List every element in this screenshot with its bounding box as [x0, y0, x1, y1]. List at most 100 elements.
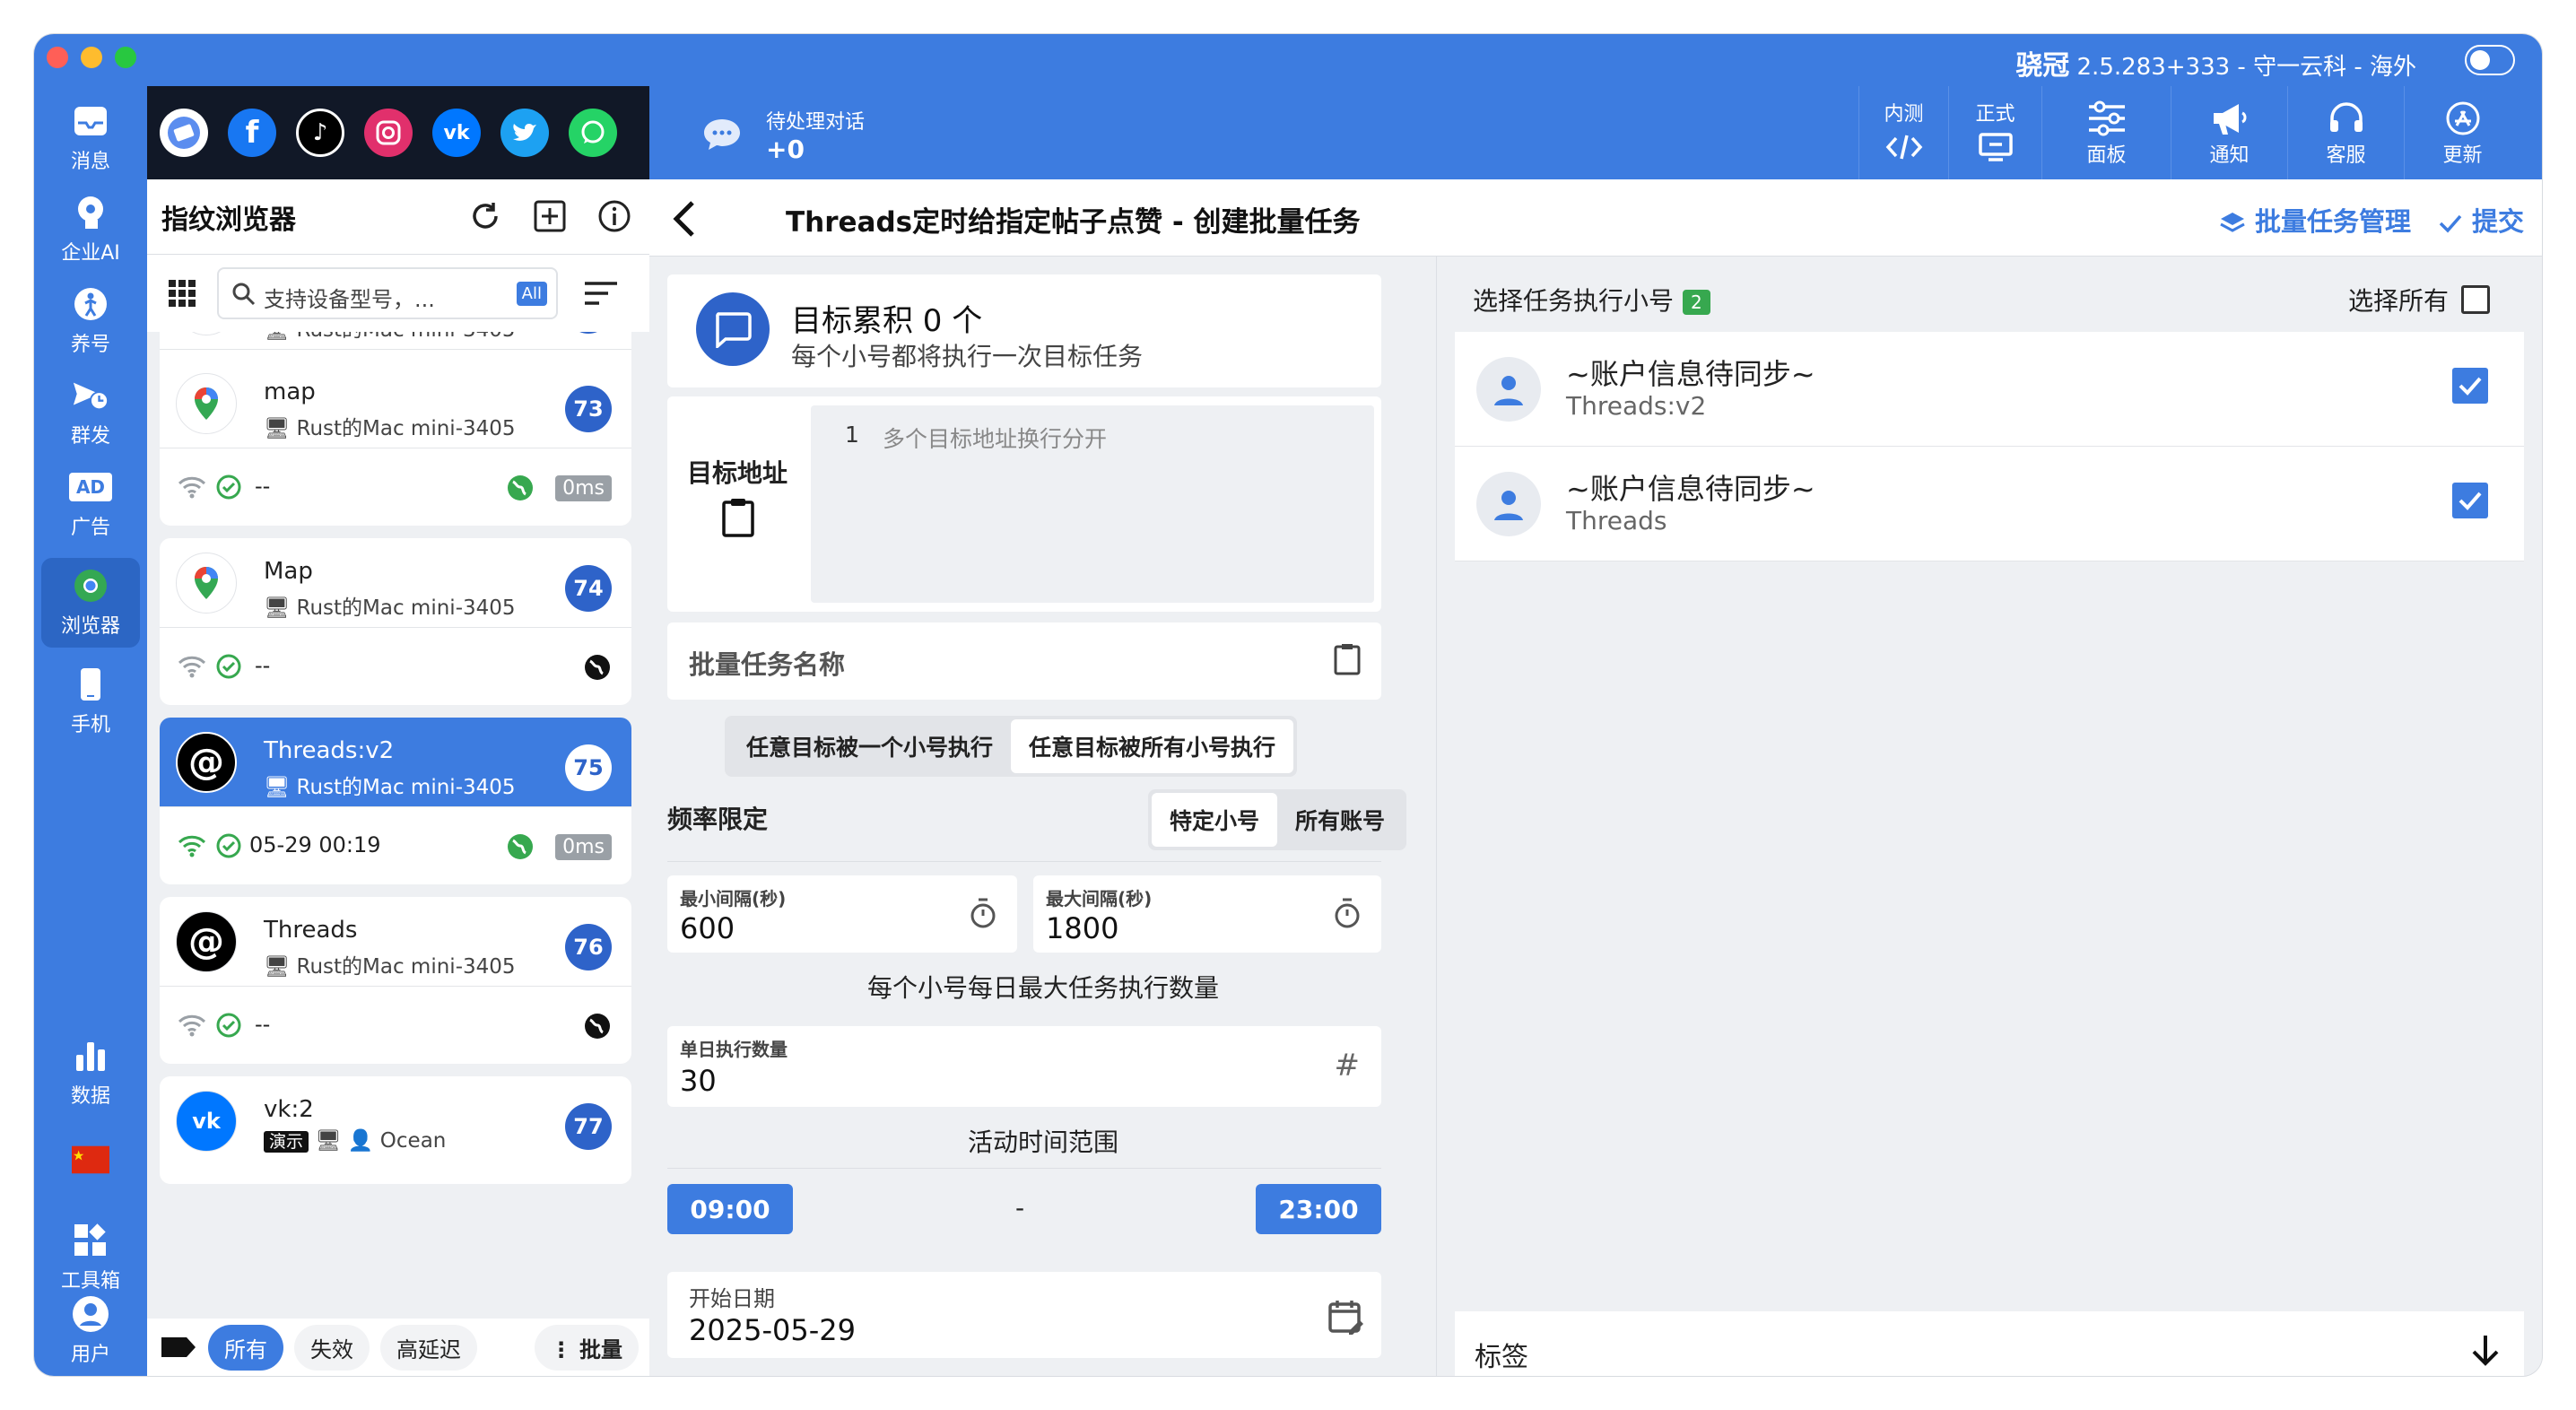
tag-icon[interactable]	[160, 1334, 197, 1361]
device-host-name: Rust的Mac mini-3405	[296, 596, 516, 620]
account-select-header: 选择任务执行小号 2	[1473, 282, 1710, 318]
scheduled-send-icon	[72, 377, 109, 414]
nav-browser[interactable]: 浏览器	[41, 558, 140, 648]
mode-all-accounts[interactable]: 任意目标被所有小号执行	[1011, 719, 1294, 773]
check-icon	[2459, 377, 2482, 396]
update-button[interactable]: 更新	[2404, 86, 2520, 179]
zoom-window-button[interactable]	[115, 47, 136, 68]
nav-region[interactable]	[41, 1127, 140, 1198]
map-pin-icon	[176, 332, 237, 335]
device-card[interactable]: vk vk:2 演示 🖥 👤 Ocean 77	[160, 1076, 631, 1184]
whatsapp-icon[interactable]	[569, 109, 617, 157]
filter-invalid[interactable]: 失效	[294, 1324, 370, 1371]
start-date-field[interactable]: 开始日期 2025-05-29	[667, 1272, 1381, 1358]
device-name: map	[264, 379, 316, 405]
add-box-icon[interactable]	[533, 199, 567, 233]
tiktok-icon[interactable]: ♪	[296, 109, 344, 157]
nav-phone[interactable]: 手机	[41, 657, 140, 746]
browser-platform-icon[interactable]	[160, 109, 208, 157]
official-channel-button[interactable]: 正式	[1948, 86, 2041, 179]
nav-messages[interactable]: 消息	[41, 93, 140, 183]
filter-all[interactable]: 所有	[208, 1324, 283, 1371]
timer-icon	[1335, 898, 1360, 928]
nav-messages-label: 消息	[70, 151, 110, 173]
tag-select[interactable]: 标签	[1455, 1311, 2524, 1376]
target-address-input[interactable]: 1 多个目标地址换行分开	[811, 405, 1374, 603]
notify-button[interactable]: 通知	[2171, 86, 2287, 179]
device-card[interactable]: @ Threads 🖥 Rust的Mac mini-3405 76 --	[160, 897, 631, 1064]
device-card[interactable]: Map 🖥 Rust的Mac mini-3405 74 --	[160, 538, 631, 705]
freq-all-accounts[interactable]: 所有账号	[1277, 793, 1403, 847]
select-all-checkbox[interactable]	[2461, 285, 2490, 314]
task-name-input[interactable]: 批量任务名称	[667, 622, 1381, 700]
account-sub: Threads:v2	[1566, 391, 1707, 421]
batch-button[interactable]: ⋮ 批量	[534, 1324, 639, 1371]
back-arrow-icon[interactable]	[671, 199, 698, 239]
last-active-time: --	[255, 653, 271, 678]
wifi-icon	[178, 1014, 206, 1037]
start-date-label: 开始日期	[689, 1286, 775, 1311]
target-count-title: 目标累积 0 个	[791, 303, 983, 339]
nav-enterprise-ai-label: 企业AI	[61, 242, 120, 265]
support-button[interactable]: 客服	[2287, 86, 2404, 179]
paste-icon[interactable]	[1333, 642, 1362, 676]
nav-raise-account[interactable]: 养号	[41, 276, 140, 366]
account-row[interactable]: ~账户信息待同步~ Threads	[1455, 447, 2524, 561]
account-select-title: 选择任务执行小号	[1473, 286, 1675, 316]
min-interval-field[interactable]: 最小间隔(秒) 600	[667, 875, 1017, 953]
chrome-icon	[72, 567, 109, 605]
minimize-window-button[interactable]	[81, 47, 102, 68]
chat-bubble-icon	[704, 119, 740, 150]
time-start-button[interactable]: 09:00	[667, 1184, 793, 1234]
clipboard-icon[interactable]	[721, 497, 755, 538]
avatar-icon	[1476, 472, 1541, 536]
device-card[interactable]: map 🖥 Rust的Mac mini-3405 73 -- 0ms	[160, 359, 631, 526]
device-card-selected[interactable]: @ Threads:v2 🖥 Rust的Mac mini-3405 75 05-…	[160, 718, 631, 884]
globe-icon	[508, 834, 533, 859]
device-host-name: Rust的Mac mini-3405	[296, 955, 516, 979]
info-icon[interactable]	[597, 199, 631, 233]
submit-button[interactable]: 提交	[2438, 201, 2524, 239]
account-row[interactable]: ~账户信息待同步~ Threads:v2	[1455, 332, 2524, 447]
pending-conversations[interactable]: 待处理对话 +0	[766, 106, 865, 164]
max-interval-field[interactable]: 最大间隔(秒) 1800	[1033, 875, 1381, 953]
code-icon	[1885, 126, 1923, 168]
submit-label: 提交	[2471, 206, 2524, 237]
daily-count-field[interactable]: 单日执行数量 30 #	[667, 1026, 1381, 1107]
sort-icon[interactable]	[583, 280, 619, 307]
theme-toggle[interactable]	[2465, 45, 2515, 75]
batch-manage-button[interactable]: 批量任务管理	[2219, 201, 2411, 239]
account-checkbox[interactable]	[2452, 483, 2488, 518]
panel-button[interactable]: 面板	[2041, 86, 2171, 179]
twitter-icon[interactable]	[500, 109, 549, 157]
sliders-icon	[2087, 98, 2127, 139]
calendar-edit-icon[interactable]	[1327, 1299, 1365, 1336]
instagram-icon[interactable]	[364, 109, 413, 157]
facebook-icon[interactable]: f	[228, 109, 276, 157]
search-scope-badge[interactable]: All	[516, 282, 547, 306]
nav-data-label: 数据	[70, 1085, 110, 1108]
close-window-button[interactable]	[47, 47, 68, 68]
nav-user[interactable]: 用户	[41, 1286, 140, 1376]
vk-icon[interactable]: vk	[432, 109, 481, 157]
filter-high-latency[interactable]: 高延迟	[380, 1324, 477, 1371]
nav-enterprise-ai[interactable]: 企业AI	[41, 185, 140, 274]
avatar-icon	[1476, 357, 1541, 422]
select-all[interactable]: 选择所有	[2348, 282, 2490, 318]
refresh-icon[interactable]	[468, 199, 502, 233]
nav-data[interactable]: 数据	[41, 1028, 140, 1118]
nav-mass-send[interactable]: 群发	[41, 368, 140, 457]
account-checkbox[interactable]	[2452, 368, 2488, 404]
version-info: 2.5.283+333 - 守一云科 - 海外	[2076, 54, 2416, 81]
mode-one-account[interactable]: 任意目标被一个小号执行	[728, 719, 1011, 773]
nav-ads[interactable]: AD 广告	[41, 459, 140, 549]
time-end-button[interactable]: 23:00	[1256, 1184, 1381, 1234]
wifi-icon	[178, 476, 206, 499]
grid-view-icon[interactable]	[167, 278, 197, 309]
check-icon	[2439, 214, 2462, 233]
check-icon	[2459, 492, 2482, 510]
device-search-input[interactable]: 支持设备型号，... All	[217, 267, 558, 319]
beta-channel-button[interactable]: 内测	[1858, 86, 1948, 179]
freq-specific-account[interactable]: 特定小号	[1152, 793, 1278, 847]
latency-badge: 0ms	[555, 834, 612, 860]
